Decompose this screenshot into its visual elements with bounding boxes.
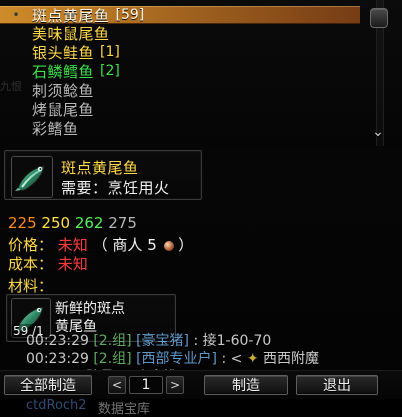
recipe-bullet: • [12, 8, 20, 22]
selected-item-box: 斑点黄尾鱼 需要：烹饪用火 [4, 150, 202, 200]
recipe-row[interactable]: 银头鲑鱼 [1] [0, 43, 360, 62]
recipe-name: 彩鳍鱼 [32, 119, 79, 138]
make-button[interactable]: 制造 [204, 375, 288, 395]
fish-icon [11, 156, 53, 198]
chat-text-2: : < [221, 351, 243, 367]
skill-levels: 225 250 262 275 [8, 214, 137, 232]
recipe-name: 烤鼠尾鱼 [32, 100, 95, 119]
chevron-down-icon[interactable]: ⌄ [370, 124, 386, 140]
chat-line-2: 00:23:29 [2.组] [西部专业户] : < ✦ 西西附魔 [26, 348, 319, 368]
skill-yellow: 250 [41, 214, 71, 232]
chat-name-2: [西部专业户] [136, 351, 218, 367]
recipe-scrollbar[interactable]: ⌄ [368, 0, 388, 146]
recipe-row[interactable]: 石鳞鳕鱼 [2] [0, 62, 360, 81]
skill-gray: 275 [108, 214, 137, 232]
price-paren-close: ） [178, 236, 194, 254]
cost-value: 未知 [57, 255, 88, 273]
recipe-count: [59] [115, 7, 145, 23]
recipe-name: 银头鲑鱼 [32, 43, 95, 62]
recipe-name: 美味鼠尾鱼 [32, 24, 110, 43]
price-label: 价格： [8, 236, 54, 254]
selected-item-requirement: 需要：烹饪用火 [61, 179, 170, 197]
price-paren-open: （ [92, 236, 108, 254]
quantity-input[interactable]: 1 [129, 376, 163, 394]
chat-bottom-fragment-right: 数据宝库 [98, 402, 151, 417]
scroll-thumb[interactable] [370, 8, 388, 28]
exit-button[interactable]: 退出 [296, 375, 378, 395]
skill-green: 262 [74, 214, 104, 232]
chat-tail-2: 西西附魔 [263, 351, 320, 367]
recipe-name: 刺须鲶鱼 [32, 81, 95, 100]
price-vendor: 商人 [112, 236, 143, 254]
recipe-row-selected[interactable]: • 斑点黄尾鱼 [59] [0, 6, 360, 25]
price-line: 价格： 未知 （ 商人 5 ） [8, 234, 193, 255]
quantity-stepper: < 1 > [108, 375, 184, 395]
star-icon: ✦ [246, 351, 259, 367]
recipe-name: 石鳞鳕鱼 [32, 62, 95, 81]
cost-line: 成本： 未知 [8, 253, 88, 274]
background-label: 九恨 [0, 80, 22, 93]
chat-bottom-fragment-left: ctdRoch2 [26, 398, 87, 413]
copper-coin-icon [163, 240, 174, 251]
cost-label: 成本： [8, 255, 54, 273]
quantity-decrease-button[interactable]: < [108, 376, 126, 394]
action-bar: 全部制造 < 1 > 制造 退出 [0, 370, 402, 399]
recipe-details: 斑点黄尾鱼 需要：烹饪用火 225 250 262 275 价格： 未知 （ 商… [0, 146, 402, 417]
skill-orange: 225 [8, 214, 37, 232]
recipe-list: • 斑点黄尾鱼 [59] 美味鼠尾鱼 银头鲑鱼 [1] 石鳞鳕鱼 [2] 刺须鲶… [0, 0, 402, 147]
material-item[interactable]: 新鲜的斑点 黄尾鱼 59 /1 [6, 294, 176, 342]
recipe-count: [2] [100, 63, 120, 79]
price-value: 未知 [57, 236, 88, 254]
selected-item-name: 斑点黄尾鱼 [61, 159, 139, 177]
quantity-increase-button[interactable]: > [166, 376, 184, 394]
materials-label: 材料： [8, 277, 54, 295]
recipe-row[interactable]: 刺须鲶鱼 [0, 81, 360, 100]
material-count: 59 /1 [11, 324, 46, 338]
recipe-count: [1] [100, 44, 120, 60]
material-name: 新鲜的斑点 黄尾鱼 [55, 301, 125, 335]
make-all-button[interactable]: 全部制造 [4, 375, 92, 395]
price-vendor-amount: 5 [147, 236, 157, 254]
chat-time-2: 00:23:29 [26, 351, 89, 367]
chat-text-1: : 接1-60-70 [193, 333, 272, 349]
chat-channel-2: [2.组] [93, 351, 132, 367]
recipe-row[interactable]: 彩鳍鱼 [0, 119, 360, 138]
recipe-row[interactable]: 美味鼠尾鱼 [0, 24, 360, 43]
recipe-row[interactable]: 烤鼠尾鱼 [0, 100, 360, 119]
